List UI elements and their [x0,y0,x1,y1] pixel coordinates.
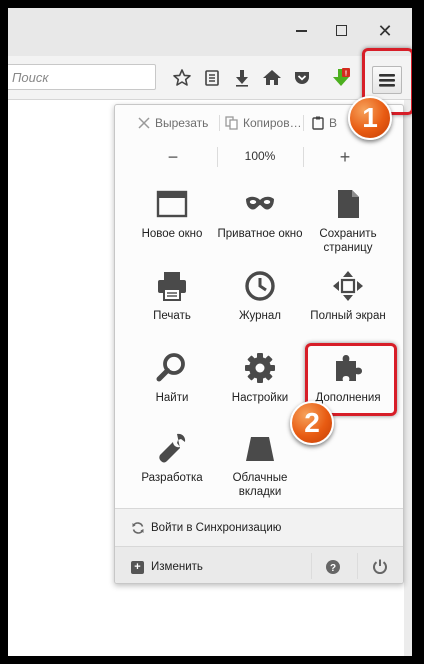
main-menu-panel: Вырезать Копиров… В − 100% + Новое окно [114,104,404,584]
menu-item-label: Печать [153,310,191,322]
svg-text:?: ? [330,563,336,574]
fullscreen-button[interactable]: Полный экран [303,269,393,345]
search-input[interactable] [8,65,148,89]
zoom-in-button[interactable]: + [333,147,357,167]
sync-signin-button[interactable]: Войти в Синхронизацию [115,508,403,546]
customize-button[interactable]: Изменить [151,561,203,573]
new-window-button[interactable]: Новое окно [127,187,217,263]
copy-label: Копиров… [243,116,302,130]
help-icon[interactable]: ? [325,559,341,575]
pocket-icon[interactable] [291,67,313,89]
zoom-out-button[interactable]: − [161,147,185,167]
title-bar: ✕ [8,8,412,56]
scissors-icon [138,117,150,129]
svg-text:!: ! [345,69,348,78]
maximize-button[interactable] [328,18,354,44]
divider [303,147,304,167]
copy-button[interactable]: Копиров… [225,113,302,133]
close-button[interactable]: ✕ [372,18,398,44]
zoom-controls: − 100% + [115,143,403,173]
search-icon [156,353,185,382]
minimize-button[interactable] [288,18,314,44]
menu-item-label: Журнал [239,310,281,322]
browser-window: ✕ ! Вырезать [8,8,412,656]
private-mask-icon [246,196,274,210]
sync-label: Войти в Синхронизацию [151,522,282,534]
save-page-button[interactable]: Сохранить страницу [303,187,393,263]
power-icon[interactable] [372,558,388,574]
panel-footer: + Изменить ? [115,546,403,583]
menu-item-label: Полный экран [310,310,386,322]
bookmark-star-icon[interactable] [171,67,193,89]
developer-button[interactable]: Разработка [127,431,217,507]
step-badge-1: 1 [348,96,392,140]
cut-label: Вырезать [155,116,209,130]
print-button[interactable]: Печать [127,269,217,345]
printer-icon [158,272,186,301]
minimize-icon [295,30,307,32]
hamburger-menu-icon [379,74,395,87]
zoom-reset-button[interactable]: 100% [225,149,295,163]
new-window-icon [156,190,188,218]
menu-item-label: Облачные вкладки [232,472,288,498]
search-box[interactable] [8,64,156,90]
cut-button[interactable]: Вырезать [137,113,208,133]
divider [311,553,312,579]
menu-item-label: Разработка [141,472,203,484]
menu-item-label: Новое окно [141,228,203,240]
find-button[interactable]: Найти [127,351,217,427]
menu-item-label: Сохранить страницу [319,228,377,254]
history-clock-icon [245,271,275,301]
reading-list-icon[interactable] [201,67,223,89]
download-icon[interactable] [231,67,253,89]
fullscreen-icon [333,271,363,301]
gear-icon [245,353,275,383]
sync-icon [132,522,144,534]
paste-icon [312,116,324,130]
history-button[interactable]: Журнал [215,269,305,345]
menu-item-label: Приватное окно [217,228,303,240]
save-page-icon [338,190,359,218]
home-icon[interactable] [261,67,283,89]
cloud-tabs-icon [246,437,274,461]
maximize-icon [335,25,347,37]
paste-label: В [329,116,338,130]
divider [217,147,218,167]
divider [219,115,220,131]
menu-item-label: Настройки [231,392,289,404]
customize-plus-icon: + [131,561,144,574]
open-menu-button[interactable] [372,66,402,94]
paste-button[interactable]: В [311,113,337,133]
divider [303,115,304,131]
scroll-area [404,100,412,656]
addon-download-icon[interactable]: ! [330,67,352,89]
divider [357,553,358,579]
navigation-toolbar: ! [8,56,412,100]
wrench-icon [159,433,186,463]
step-badge-2: 2 [290,401,334,445]
cloud-tabs-button[interactable]: Облачные вкладки [215,431,305,507]
close-icon: ✕ [377,21,393,41]
menu-item-label: Найти [155,392,189,404]
private-window-button[interactable]: Приватное окно [215,187,305,263]
puzzle-icon [336,355,362,381]
copy-icon [225,116,238,130]
